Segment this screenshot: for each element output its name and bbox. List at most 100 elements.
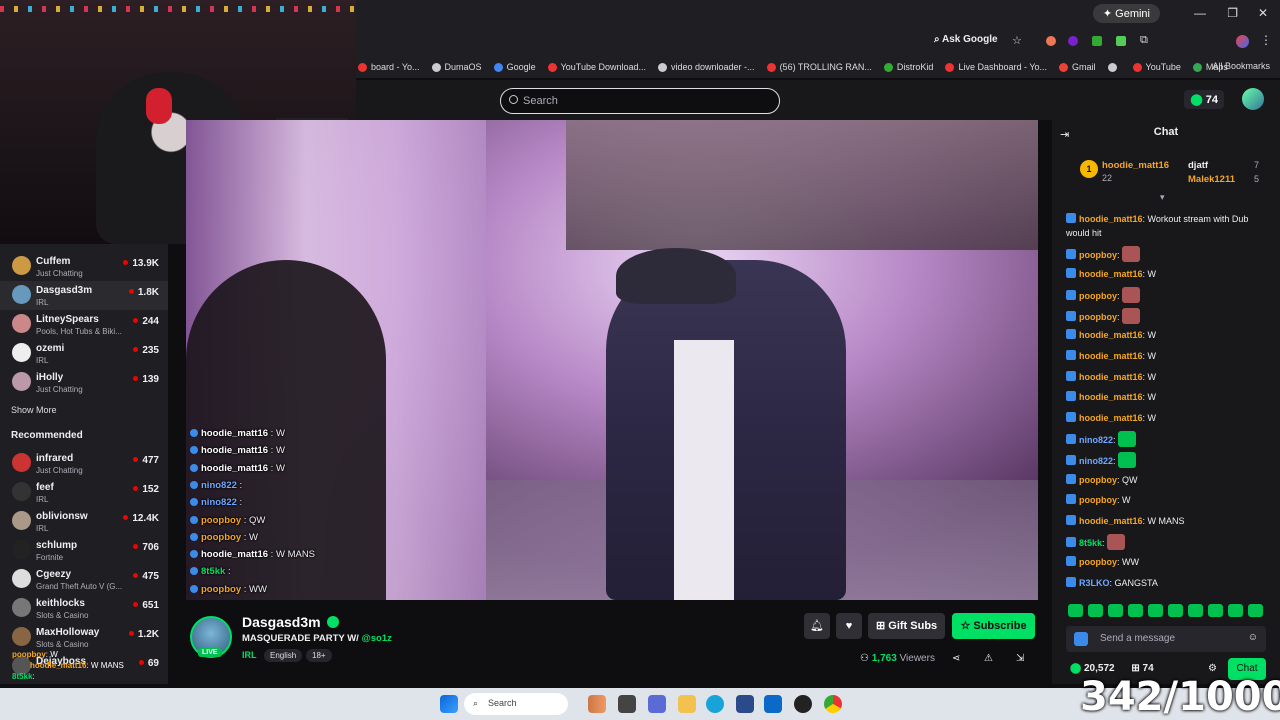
chat-username[interactable]: poopboy — [1079, 495, 1117, 505]
sidebar-channel[interactable]: oblivionsw IRL 12.4K — [0, 507, 168, 536]
emote-icon[interactable] — [1068, 604, 1083, 617]
emote-icon[interactable] — [1168, 604, 1183, 617]
points-badge[interactable]: ⬤ 74 — [1184, 90, 1224, 109]
show-more-link[interactable]: Show More — [11, 405, 57, 415]
chevron-down-icon[interactable]: ▾ — [1160, 192, 1165, 203]
widgets-icon[interactable] — [588, 695, 606, 713]
chat-username[interactable]: hoodie_matt16 — [1079, 269, 1143, 279]
subscribe-button[interactable]: ☆ Subscribe — [952, 613, 1035, 639]
bookmark-item[interactable]: Live Dashboard - Yo... — [945, 62, 1047, 72]
chrome-icon[interactable] — [824, 695, 842, 713]
chat-username[interactable]: poopboy — [1079, 312, 1117, 322]
emote-icon[interactable] — [1148, 604, 1163, 617]
minimize-icon[interactable]: — — [1194, 6, 1206, 20]
sidebar-channel[interactable]: LitneySpears Pools, Hot Tubs & Biki... 244 — [0, 310, 168, 339]
emote-icon[interactable] — [1228, 604, 1243, 617]
edge-icon[interactable] — [706, 695, 724, 713]
bookmark-item[interactable]: (56) TROLLING RAN... — [766, 62, 872, 72]
maximize-icon[interactable]: ❐ — [1227, 6, 1238, 20]
sidebar-channel[interactable]: infrared Just Chatting 477 — [0, 449, 168, 478]
streamer-name[interactable]: Dasgasd3m — [242, 614, 339, 630]
sidebar-channel[interactable]: keithlocks Slots & Casino 651 — [0, 594, 168, 623]
profile-icon[interactable] — [1236, 35, 1249, 48]
leader-name[interactable]: Malek1211 — [1188, 174, 1235, 185]
emote-icon[interactable] — [1248, 604, 1263, 617]
sidebar-channel[interactable]: iHolly Just Chatting 139 — [0, 368, 168, 397]
chat-username[interactable]: hoodie_matt16 — [1079, 351, 1143, 361]
bookmark-item[interactable]: DumaOS — [431, 62, 482, 72]
all-bookmarks-button[interactable]: All Bookmarks — [1212, 61, 1270, 71]
channel-points[interactable]: ⬤ 20,572 ⊞ 74 — [1070, 663, 1154, 674]
ask-google-button[interactable]: ⌕ Ask Google — [934, 34, 998, 45]
leader-name[interactable]: djatf — [1188, 160, 1208, 171]
sidebar-channel[interactable]: ozemi IRL 235 — [0, 339, 168, 368]
emoji-icon[interactable]: ☺ — [1248, 632, 1258, 643]
theater-mode-icon[interactable]: ⇲ — [1016, 653, 1024, 664]
chat-username[interactable]: hoodie_matt16 — [1079, 413, 1143, 423]
task-view-icon[interactable] — [618, 695, 636, 713]
chat-username[interactable]: hoodie_matt16 — [1079, 214, 1143, 224]
file-explorer-icon[interactable] — [678, 695, 696, 713]
follow-heart-icon[interactable]: ♥ — [836, 613, 862, 639]
sidebar-channel[interactable]: Cuffem Just Chatting 13.9K — [0, 252, 168, 281]
emote-icon[interactable] — [1108, 604, 1123, 617]
chat-username[interactable]: hoodie_matt16 — [1079, 372, 1143, 382]
emote-icon[interactable] — [1088, 604, 1103, 617]
chat-username[interactable]: hoodie_matt16 — [1079, 392, 1143, 402]
stream-title-mention[interactable]: @so1z — [361, 633, 391, 644]
report-icon[interactable]: ⚠ — [984, 653, 993, 664]
chat-username[interactable]: R3LKO — [1079, 578, 1110, 588]
sidebar-channel[interactable]: MaxHolloway Slots & Casino 1.2K — [0, 623, 168, 652]
search-input[interactable]: Search — [500, 88, 780, 114]
extension-icon[interactable] — [1116, 36, 1126, 46]
chat-username[interactable]: 8t5kk — [1079, 538, 1102, 548]
share-icon[interactable]: ⋖ — [952, 653, 960, 664]
user-avatar[interactable] — [1242, 88, 1264, 110]
bookmark-item[interactable]: video downloader -... — [658, 62, 755, 72]
extension-icon[interactable] — [1092, 36, 1102, 46]
chat-username[interactable]: nino822 — [1079, 456, 1113, 466]
leader-name[interactable]: hoodie_matt16 — [1102, 160, 1169, 171]
bookmark-item[interactable]: board - Yo... — [358, 62, 420, 72]
chat-username[interactable]: poopboy — [1079, 291, 1117, 301]
windows-start-icon[interactable] — [440, 695, 458, 713]
bookmark-item[interactable]: YouTube Download... — [547, 62, 646, 72]
sidebar-channel[interactable]: feef IRL 152 — [0, 478, 168, 507]
outlook-icon[interactable] — [764, 695, 782, 713]
chat-username[interactable]: poopboy — [1079, 250, 1117, 260]
tag-18plus[interactable]: 18+ — [306, 649, 332, 662]
gift-subs-button[interactable]: ⊞ Gift Subs — [868, 613, 946, 639]
star-icon[interactable]: ☆ — [1012, 34, 1022, 47]
stream-category[interactable]: IRL — [242, 650, 257, 660]
notification-bell-icon[interactable]: 🔔︎ — [804, 613, 830, 639]
bookmark-item[interactable]: YouTube — [1132, 62, 1181, 72]
chat-username[interactable]: hoodie_matt16 — [1079, 516, 1143, 526]
close-icon[interactable]: ✕ — [1258, 6, 1268, 20]
chat-username[interactable]: nino822 — [1079, 435, 1113, 445]
bookmark-item[interactable]: Google — [493, 62, 536, 72]
copilot-icon[interactable] — [648, 695, 666, 713]
sidebar-channel[interactable]: Dasgasd3m IRL 1.8K — [0, 281, 168, 310]
menu-icon[interactable]: ⋮ — [1260, 33, 1272, 47]
emote-icon[interactable] — [1208, 604, 1223, 617]
puzzle-icon[interactable]: ⧉ — [1140, 34, 1148, 47]
chat-username[interactable]: poopboy — [1079, 475, 1117, 485]
sidebar-channel[interactable]: schlump Fortnite 706 — [0, 536, 168, 565]
video-player[interactable] — [186, 120, 1038, 600]
chat-username[interactable]: poopboy — [1079, 557, 1117, 567]
tag-english[interactable]: English — [264, 649, 303, 662]
bookmark-item[interactable] — [1107, 62, 1121, 72]
bookmark-item[interactable]: Gmail — [1059, 62, 1096, 72]
settings-gear-icon[interactable]: ⚙ — [1208, 663, 1217, 674]
emote-icon[interactable] — [1128, 604, 1143, 617]
taskbar-search[interactable]: ⌕ Search — [464, 693, 568, 715]
gemini-button[interactable]: ✦ Gemini — [1092, 4, 1160, 23]
app-icon[interactable] — [794, 695, 812, 713]
extension-icon[interactable] — [1068, 36, 1078, 46]
bookmark-item[interactable]: DistroKid — [883, 62, 933, 72]
store-icon[interactable] — [736, 695, 754, 713]
emote-icon[interactable] — [1188, 604, 1203, 617]
send-message-input[interactable]: Send a message ☺ — [1066, 626, 1266, 652]
chat-username[interactable]: hoodie_matt16 — [1079, 330, 1143, 340]
extension-icon[interactable] — [1046, 36, 1056, 46]
